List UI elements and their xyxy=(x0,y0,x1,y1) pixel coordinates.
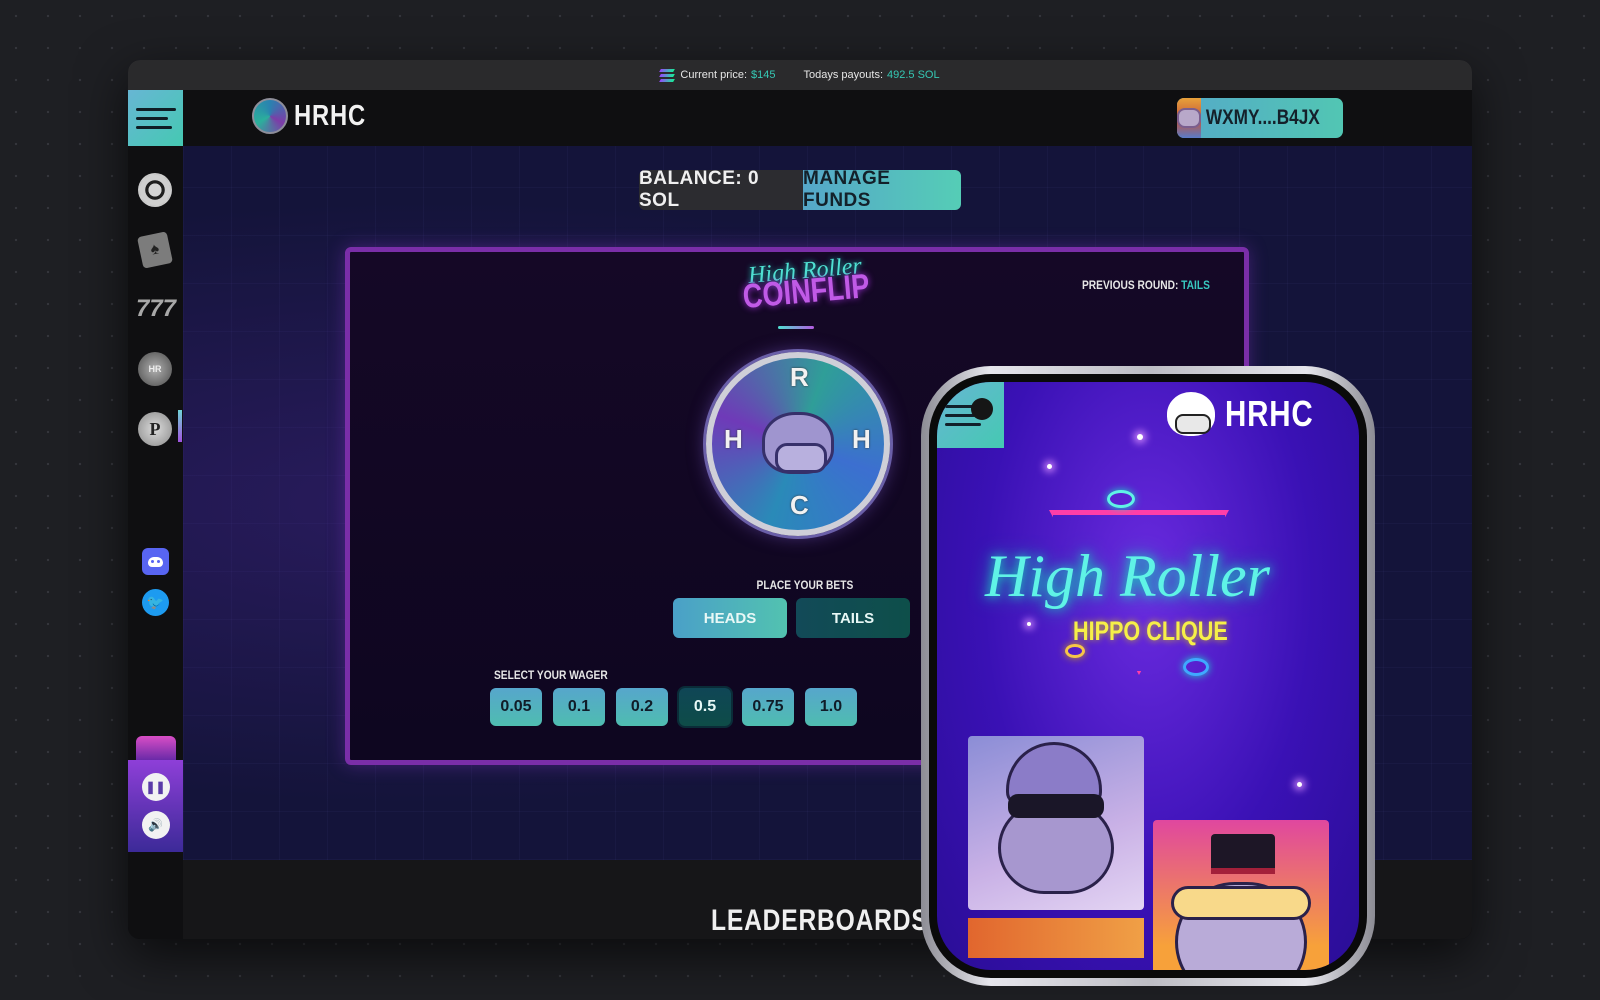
wager-option[interactable]: 0.75 xyxy=(742,688,794,726)
coinflip-icon[interactable]: HR xyxy=(138,352,172,386)
phone-menu-button[interactable] xyxy=(937,382,1004,448)
sidebar: ♠ 777 HR P 🐦 ❚❚ 🔊 xyxy=(128,146,183,939)
pause-icon: ❚❚ xyxy=(145,780,166,794)
wager-options: 0.05 0.1 0.2 0.5 0.75 1.0 xyxy=(490,688,857,726)
site-logo[interactable]: HRHC xyxy=(252,98,382,134)
discord-icon[interactable] xyxy=(142,548,169,575)
tails-button[interactable]: TAILS xyxy=(796,598,910,638)
neon-subtitle: HIPPO CLIQUE xyxy=(1073,616,1228,646)
todays-payouts: Todays payouts: 492.5 SOL xyxy=(804,69,940,81)
camera-notch xyxy=(971,398,993,420)
hippo-icon xyxy=(762,412,834,474)
avatar xyxy=(1177,98,1201,138)
pause-button[interactable]: ❚❚ xyxy=(141,773,170,801)
hippo-logo-icon xyxy=(1167,392,1215,436)
speaker-icon: 🔊 xyxy=(148,818,163,832)
top-hat-icon xyxy=(1211,834,1275,874)
neon-coin-icon xyxy=(1183,658,1209,676)
sunglasses-icon xyxy=(1008,794,1104,818)
phone-mockup: HRHC High Roller HIPPO CLIQUE xyxy=(921,366,1375,986)
wager-option-selected[interactable]: 0.5 xyxy=(679,688,731,726)
visor-icon xyxy=(1171,886,1311,920)
nft-card-beanie-hippo[interactable] xyxy=(968,736,1144,910)
wallet-address: WXMY....B4JX xyxy=(1205,106,1320,129)
hrhc-badge-icon xyxy=(252,98,288,134)
current-price-value: $145 xyxy=(751,69,776,81)
coin-letter-top: R xyxy=(790,362,809,392)
wallet-button[interactable]: WXMY....B4JX xyxy=(1177,98,1343,138)
title-underline xyxy=(778,326,814,329)
star-icon xyxy=(1027,622,1031,626)
site-header: HRHC WXMY....B4JX xyxy=(128,90,1472,146)
logo-text: HRHC xyxy=(294,99,366,132)
poker-chip-icon[interactable] xyxy=(138,173,172,207)
p-token-icon[interactable]: P xyxy=(138,412,172,446)
boombox-icon xyxy=(136,736,176,760)
balance-bar: BALANCE: 0 SOL MANAGE FUNDS xyxy=(639,170,961,210)
current-price: Current price: $145 xyxy=(659,68,776,82)
todays-payouts-label: Todays payouts: xyxy=(803,69,884,81)
music-player: ❚❚ 🔊 xyxy=(128,760,183,852)
twitter-icon[interactable]: 🐦 xyxy=(142,589,169,616)
wager-option[interactable]: 0.2 xyxy=(616,688,668,726)
wager-option[interactable]: 1.0 xyxy=(805,688,857,726)
menu-button[interactable] xyxy=(128,90,183,146)
heads-button[interactable]: HEADS xyxy=(673,598,787,638)
manage-funds-button[interactable]: MANAGE FUNDS xyxy=(803,170,961,210)
neon-coin-icon xyxy=(1107,490,1135,508)
active-indicator xyxy=(178,410,182,442)
previous-round-value: TAILS xyxy=(1181,278,1210,292)
coin-letter-bottom: C xyxy=(790,490,809,520)
menu-icon xyxy=(136,107,176,111)
slots-777-icon[interactable]: 777 xyxy=(136,292,176,326)
todays-payouts-value: 492.5 SOL xyxy=(887,69,940,81)
nft-card-partial[interactable] xyxy=(968,918,1144,958)
nft-card-tophat-hippo[interactable] xyxy=(1153,820,1329,970)
previous-round-label: PREVIOUS ROUND: xyxy=(1082,278,1179,292)
coin: R H H C xyxy=(706,352,890,536)
star-icon xyxy=(1047,464,1052,469)
current-price-label: Current price: xyxy=(680,69,748,81)
playing-cards-icon[interactable]: ♠ xyxy=(137,231,173,269)
volume-button[interactable]: 🔊 xyxy=(141,811,170,839)
solana-icon xyxy=(659,68,676,82)
coin-letter-left: H xyxy=(724,424,743,454)
previous-round: PREVIOUS ROUND: TAILS xyxy=(1082,278,1210,292)
phone-logo: HRHC xyxy=(1167,392,1333,436)
star-icon xyxy=(1137,434,1143,440)
wager-label: SELECT YOUR WAGER xyxy=(494,668,608,682)
phone-screen: HRHC High Roller HIPPO CLIQUE xyxy=(937,382,1359,970)
place-bets-label: PLACE YOUR BETS xyxy=(756,578,854,592)
neon-title: High Roller xyxy=(985,543,1270,609)
wager-option[interactable]: 0.1 xyxy=(553,688,605,726)
balance-label: BALANCE: 0 SOL xyxy=(639,170,803,210)
leaderboards-heading: LEADERBOARDS xyxy=(711,904,929,937)
coin-letter-right: H xyxy=(852,424,871,454)
star-icon xyxy=(1297,782,1302,787)
price-ticker-bar: Current price: $145 Todays payouts: 492.… xyxy=(128,60,1472,90)
phone-logo-text: HRHC xyxy=(1225,393,1314,434)
wager-option[interactable]: 0.05 xyxy=(490,688,542,726)
